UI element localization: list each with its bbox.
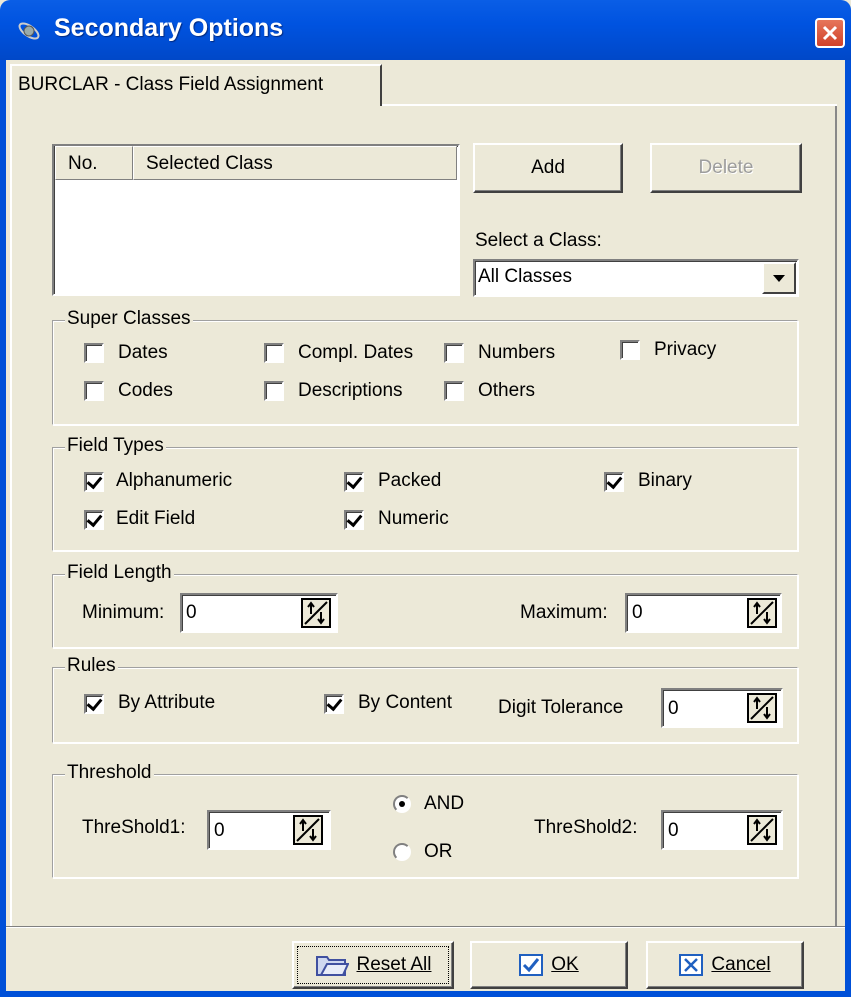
ok-label: OK — [551, 954, 579, 975]
tab-page-border — [835, 106, 837, 926]
descriptions-label: Descriptions — [298, 380, 403, 401]
threshold2-value: 0 — [668, 820, 679, 841]
spin-arrows-icon — [750, 696, 774, 720]
compl-dates-label: Compl. Dates — [298, 342, 414, 363]
cancel-button[interactable]: Cancel — [646, 941, 804, 989]
checkbox-binary[interactable] — [604, 472, 624, 492]
packed-label: Packed — [378, 470, 442, 491]
threshold2-label: ThreShold2: — [534, 817, 638, 838]
cancel-label: Cancel — [711, 954, 771, 975]
checkbox-descriptions[interactable] — [264, 381, 284, 401]
maximum-label: Maximum: — [520, 602, 608, 623]
dropdown-button[interactable] — [762, 262, 796, 294]
checkbox-others[interactable] — [444, 381, 464, 401]
radio-or[interactable] — [393, 843, 411, 861]
maximum-value: 0 — [632, 602, 643, 623]
spin-arrows-icon — [304, 601, 328, 625]
footer-divider — [6, 926, 845, 928]
field-types-group — [52, 447, 798, 551]
folder-reset-icon — [315, 956, 349, 976]
class-select-value: All Classes — [478, 266, 572, 287]
digit-tolerance-label: Digit Tolerance — [498, 697, 624, 718]
close-icon — [822, 25, 838, 41]
checkbox-dates[interactable] — [84, 343, 104, 363]
column-header-selected-class[interactable]: Selected Class — [133, 146, 457, 180]
window-title: Secondary Options — [54, 14, 284, 42]
checkbox-compl-dates[interactable] — [264, 343, 284, 363]
select-class-label: Select a Class: — [475, 230, 602, 251]
dates-label: Dates — [118, 342, 168, 363]
delete-button[interactable]: Delete — [650, 143, 802, 193]
privacy-label: Privacy — [654, 339, 717, 360]
rules-title: Rules — [65, 655, 118, 677]
maximum-spin-button[interactable] — [747, 598, 777, 628]
checkbox-numeric[interactable] — [344, 510, 364, 530]
field-types-title: Field Types — [65, 435, 166, 457]
super-classes-title: Super Classes — [65, 308, 193, 330]
radio-and[interactable] — [393, 795, 411, 813]
field-length-title: Field Length — [65, 562, 174, 584]
numeric-label: Numeric — [378, 508, 449, 529]
super-classes-group — [52, 320, 798, 425]
tab-strip-line — [382, 104, 837, 106]
others-label: Others — [478, 380, 536, 401]
spin-arrows-icon — [750, 818, 774, 842]
window-frame-bottom — [0, 991, 851, 997]
minimum-value: 0 — [186, 602, 197, 623]
spin-arrows-icon — [750, 601, 774, 625]
cancel-x-icon — [679, 954, 704, 976]
reset-all-label: Reset All — [356, 954, 432, 975]
by-attribute-label: By Attribute — [118, 692, 216, 713]
by-content-label: By Content — [358, 692, 452, 713]
tab-label: BURCLAR - Class Field Assignment — [18, 74, 324, 95]
tab-page-border — [10, 106, 12, 926]
threshold1-spin-button[interactable] — [293, 815, 323, 845]
alphanumeric-label: Alphanumeric — [116, 470, 233, 491]
binary-label: Binary — [638, 470, 692, 491]
threshold-title: Threshold — [65, 762, 154, 784]
chevron-down-icon — [773, 275, 785, 282]
and-label: AND — [424, 793, 465, 814]
checkbox-numbers[interactable] — [444, 343, 464, 363]
minimum-spin-button[interactable] — [301, 598, 331, 628]
checkbox-alphanumeric[interactable] — [84, 472, 104, 492]
or-label: OR — [424, 841, 453, 862]
spin-arrows-icon — [296, 818, 320, 842]
codes-label: Codes — [118, 380, 173, 401]
reset-all-button[interactable]: Reset All — [292, 941, 454, 989]
threshold1-label: ThreShold1: — [82, 817, 186, 838]
checkbox-codes[interactable] — [84, 381, 104, 401]
window-frame-left — [0, 60, 6, 997]
edit-field-label: Edit Field — [116, 508, 196, 529]
checkbox-by-content[interactable] — [324, 694, 344, 714]
checkbox-by-attribute[interactable] — [84, 694, 104, 714]
threshold2-spin-button[interactable] — [747, 815, 777, 845]
window-frame-right — [845, 60, 851, 997]
minimum-label: Minimum: — [82, 602, 165, 623]
satellite-icon — [18, 22, 40, 40]
column-header-no[interactable]: No. — [55, 146, 133, 180]
close-button[interactable] — [815, 18, 845, 48]
checkbox-packed[interactable] — [344, 472, 364, 492]
digit-tolerance-value: 0 — [668, 698, 679, 719]
checkbox-privacy[interactable] — [620, 340, 640, 360]
threshold1-value: 0 — [214, 820, 225, 841]
numbers-label: Numbers — [478, 342, 556, 363]
ok-button[interactable]: OK — [470, 941, 628, 989]
checkmark-icon — [519, 954, 544, 976]
checkbox-edit-field[interactable] — [84, 510, 104, 530]
digit-tolerance-spin-button[interactable] — [747, 693, 777, 723]
add-button[interactable]: Add — [473, 143, 623, 193]
